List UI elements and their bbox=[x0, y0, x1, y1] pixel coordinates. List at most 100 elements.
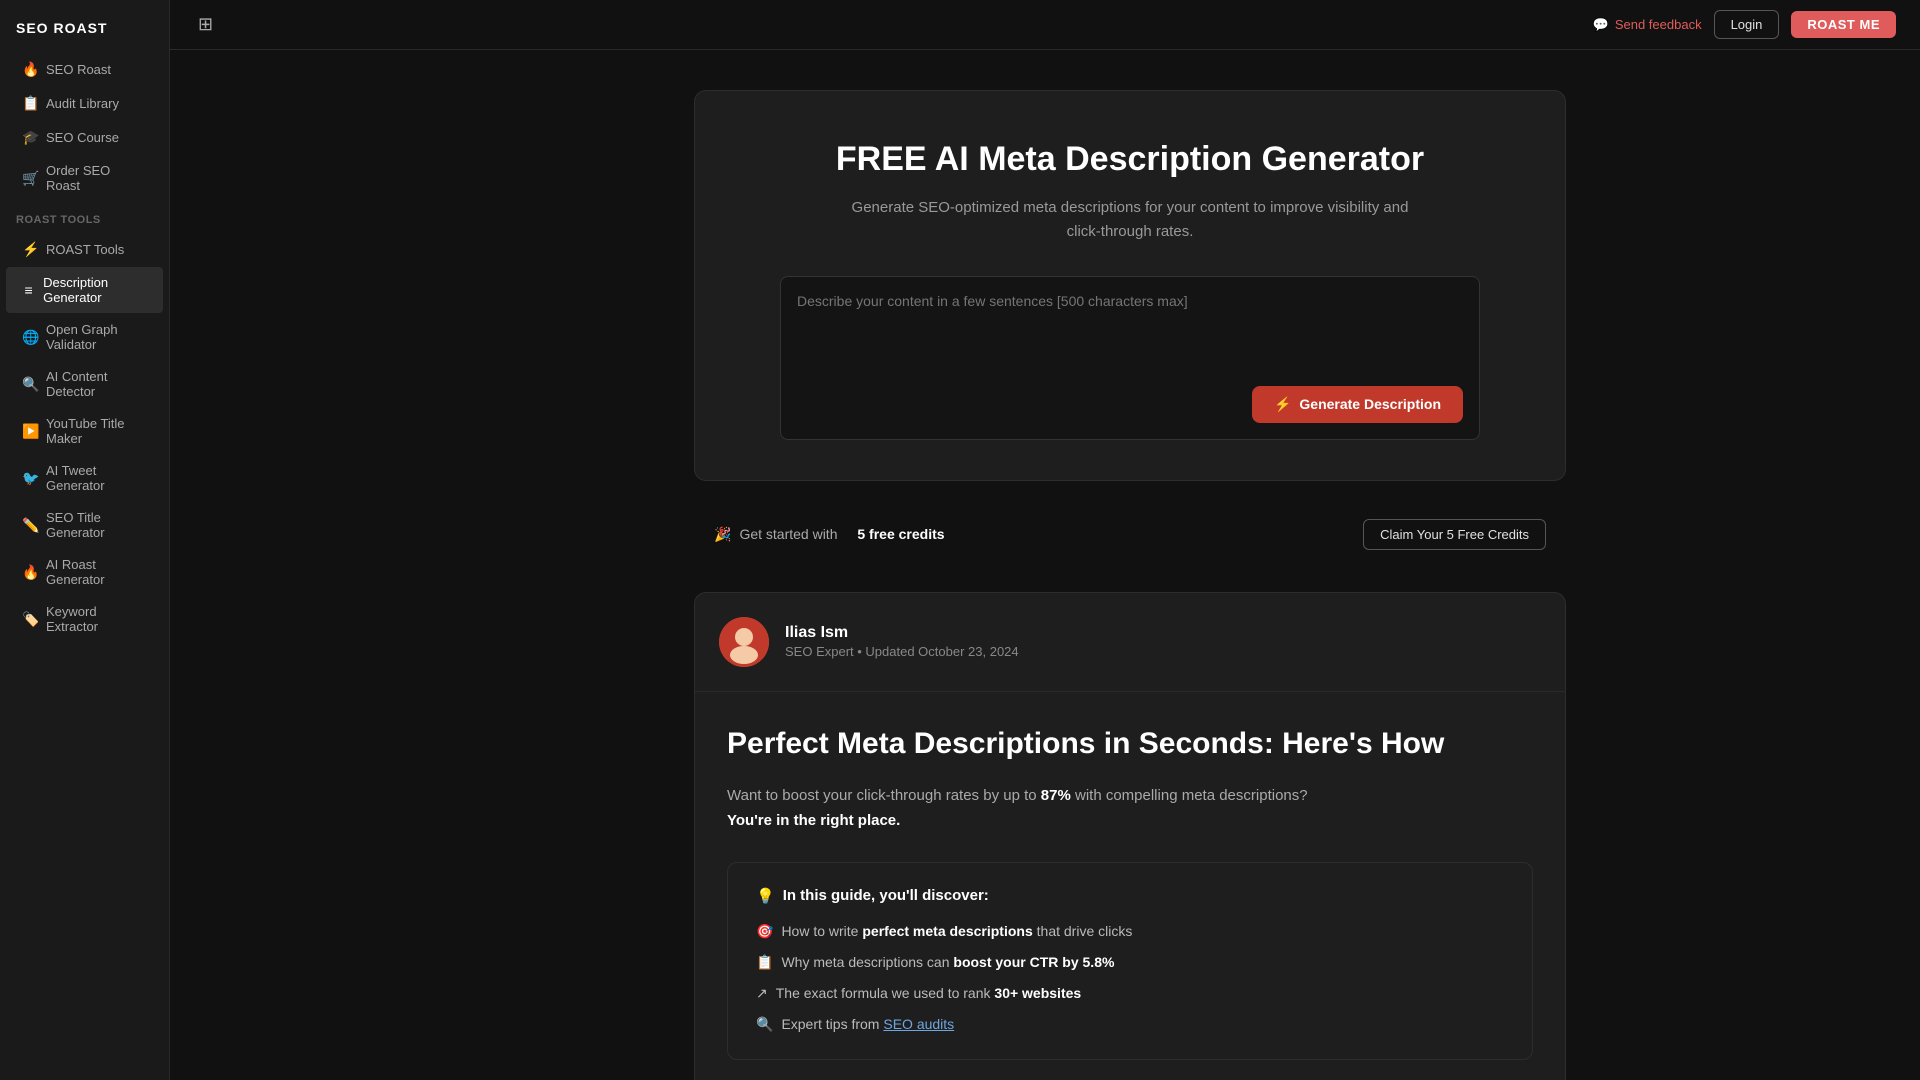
guide-lightbulb-icon: 💡 bbox=[756, 887, 775, 905]
author-info: Ilias Ism SEO Expert • Updated October 2… bbox=[785, 624, 1019, 659]
claim-credits-button[interactable]: Claim Your 5 Free Credits bbox=[1363, 519, 1546, 550]
guide-item-bold-1: boost your CTR by 5.8% bbox=[953, 954, 1114, 970]
sidebar-logo: SEO ROAST bbox=[0, 16, 169, 52]
sidebar-tool-label-ai-roast-generator: AI Roast Generator bbox=[46, 557, 147, 587]
guide-list-item-1: 📋 Why meta descriptions can boost your CT… bbox=[756, 952, 1504, 973]
guide-item-text-1: Why meta descriptions can boost your CTR… bbox=[781, 952, 1114, 973]
send-feedback-button[interactable]: 💬 Send feedback bbox=[1593, 17, 1702, 33]
sidebar-item-ai-roast-generator[interactable]: 🔥 AI Roast Generator bbox=[6, 549, 163, 595]
guide-box: 💡 In this guide, you'll discover: 🎯 How t… bbox=[727, 862, 1533, 1060]
guide-item-link-3[interactable]: SEO audits bbox=[883, 1016, 954, 1032]
sidebar-item-order-seo-roast[interactable]: 🛒 Order SEO Roast bbox=[6, 155, 163, 201]
roast-me-button[interactable]: ROAST ME bbox=[1791, 11, 1896, 38]
sidebar: SEO ROAST 🔥 SEO Roast 📋Audit Library 🎓 SEO C… bbox=[0, 0, 170, 1080]
seo-course-icon: 🎓 bbox=[22, 129, 38, 146]
article-section: Perfect Meta Descriptions in Seconds: He… bbox=[695, 692, 1565, 1080]
author-section: Ilias Ism SEO Expert • Updated October 2… bbox=[695, 593, 1565, 692]
textarea-footer: ⚡ Generate Description bbox=[797, 378, 1463, 423]
sidebar-item-audit-library[interactable]: 📋Audit Library bbox=[6, 87, 163, 120]
hero-subtitle: Generate SEO-optimized meta descriptions… bbox=[850, 196, 1410, 244]
credits-emoji: 🎉 bbox=[714, 526, 731, 543]
guide-list-item-0: 🎯 How to write perfect meta descriptions … bbox=[756, 921, 1504, 942]
content-wrapper: Ilias Ism SEO Expert • Updated October 2… bbox=[694, 592, 1566, 1080]
sidebar-item-label-order-seo-roast: Order SEO Roast bbox=[46, 163, 147, 193]
sidebar-item-seo-title-generator[interactable]: ✏️ SEO Title Generator bbox=[6, 502, 163, 548]
sidebar-item-label-seo-course: SEO Course bbox=[46, 130, 119, 145]
sidebar-tool-label-ai-content-detector: AI Content Detector bbox=[46, 369, 147, 399]
keyword-extractor-icon: 🏷️ bbox=[22, 611, 38, 628]
guide-list-item-3: 🔍 Expert tips from SEO audits bbox=[756, 1014, 1504, 1035]
guide-item-emoji-1: 📋 bbox=[756, 952, 773, 973]
author-avatar bbox=[719, 617, 769, 667]
intro-percent: 87% bbox=[1041, 787, 1071, 804]
sidebar-item-seo-course[interactable]: 🎓 SEO Course bbox=[6, 121, 163, 154]
guide-item-emoji-2: ↗ bbox=[756, 983, 768, 1004]
author-meta: SEO Expert • Updated October 23, 2024 bbox=[785, 644, 1019, 659]
guide-box-title-text: In this guide, you'll discover: bbox=[783, 887, 989, 904]
intro-bold: You're in the right place. bbox=[727, 812, 900, 829]
sidebar-toggle-icon: ⊞ bbox=[198, 14, 213, 35]
credits-intro: Get started with bbox=[739, 526, 837, 542]
sidebar-tool-label-roast-tools: ROAST Tools bbox=[46, 242, 124, 257]
youtube-title-maker-icon: ▶️ bbox=[22, 423, 38, 440]
roast-tools-icon: ⚡ bbox=[22, 241, 38, 258]
sidebar-item-label-seo-roast: SEO Roast bbox=[46, 62, 111, 77]
sidebar-tool-label-seo-title-generator: SEO Title Generator bbox=[46, 510, 147, 540]
description-generator-icon: ≡ bbox=[22, 282, 35, 298]
generate-description-button[interactable]: ⚡ Generate Description bbox=[1252, 386, 1463, 423]
guide-item-emoji-3: 🔍 bbox=[756, 1014, 773, 1035]
description-input-wrapper: ⚡ Generate Description bbox=[780, 276, 1480, 440]
seo-title-generator-icon: ✏️ bbox=[22, 517, 38, 534]
sidebar-item-seo-roast[interactable]: 🔥 SEO Roast bbox=[6, 53, 163, 86]
login-button[interactable]: Login bbox=[1714, 10, 1780, 39]
author-name: Ilias Ism bbox=[785, 624, 1019, 642]
ai-content-detector-icon: 🔍 bbox=[22, 376, 38, 393]
sidebar-tool-label-description-generator: Description Generator bbox=[43, 275, 147, 305]
guide-item-text-3: Expert tips from SEO audits bbox=[781, 1014, 954, 1035]
seo-roast-icon: 🔥 bbox=[22, 61, 38, 78]
intro-text: Want to boost your click-through rates b… bbox=[727, 787, 1037, 804]
feedback-label: Send feedback bbox=[1615, 17, 1702, 32]
sidebar-item-ai-content-detector[interactable]: 🔍 AI Content Detector bbox=[6, 361, 163, 407]
article-title: Perfect Meta Descriptions in Seconds: He… bbox=[727, 724, 1533, 763]
guide-item-text-2: The exact formula we used to rank 30+ we… bbox=[776, 983, 1081, 1004]
guide-item-bold-0: perfect meta descriptions bbox=[862, 923, 1032, 939]
guide-item-emoji-0: 🎯 bbox=[756, 921, 773, 942]
intro-rest: with compelling meta descriptions? bbox=[1075, 787, 1308, 804]
audit-library-icon: 📋 bbox=[22, 95, 38, 112]
sidebar-tool-label-youtube-title-maker: YouTube Title Maker bbox=[46, 416, 147, 446]
tools-section-label: ROAST Tools bbox=[0, 202, 169, 232]
sidebar-item-roast-tools[interactable]: ⚡ ROAST Tools bbox=[6, 233, 163, 266]
sidebar-item-ai-tweet-generator[interactable]: 🐦 AI Tweet Generator bbox=[6, 455, 163, 501]
credits-bar: 🎉 Get started with 5 free credits Claim … bbox=[694, 505, 1566, 564]
credits-text: 🎉 Get started with 5 free credits bbox=[714, 526, 945, 543]
order-seo-roast-icon: 🛒 bbox=[22, 170, 38, 187]
feedback-icon: 💬 bbox=[1593, 17, 1609, 33]
sidebar-item-youtube-title-maker[interactable]: ▶️ YouTube Title Maker bbox=[6, 408, 163, 454]
topbar-right: 💬 Send feedback Login ROAST ME bbox=[1593, 10, 1896, 39]
description-textarea[interactable] bbox=[797, 293, 1463, 373]
generate-label: Generate Description bbox=[1299, 396, 1441, 412]
main-content: FREE AI Meta Description Generator Gener… bbox=[340, 50, 1920, 1080]
open-graph-validator-icon: 🌐 bbox=[22, 329, 38, 346]
article-intro: Want to boost your click-through rates b… bbox=[727, 783, 1533, 834]
guide-item-text-0: How to write perfect meta descriptions t… bbox=[781, 921, 1132, 942]
sidebar-tool-label-ai-tweet-generator: AI Tweet Generator bbox=[46, 463, 147, 493]
guide-list-item-2: ↗ The exact formula we used to rank 30+ w… bbox=[756, 983, 1504, 1004]
hero-card: FREE AI Meta Description Generator Gener… bbox=[694, 90, 1566, 481]
ai-tweet-generator-icon: 🐦 bbox=[22, 470, 38, 487]
sidebar-item-keyword-extractor[interactable]: 🏷️ Keyword Extractor bbox=[6, 596, 163, 642]
sidebar-item-open-graph-validator[interactable]: 🌐 Open Graph Validator bbox=[6, 314, 163, 360]
sidebar-item-description-generator[interactable]: ≡ Description Generator bbox=[6, 267, 163, 313]
generate-icon: ⚡ bbox=[1274, 396, 1291, 413]
guide-box-title: 💡 In this guide, you'll discover: bbox=[756, 887, 1504, 905]
guide-list: 🎯 How to write perfect meta descriptions … bbox=[756, 921, 1504, 1035]
credits-highlight: 5 free credits bbox=[857, 526, 944, 542]
sidebar-toggle-button[interactable]: ⊞ bbox=[194, 10, 217, 39]
guide-item-bold-2: 30+ websites bbox=[994, 985, 1081, 1001]
sidebar-tool-label-keyword-extractor: Keyword Extractor bbox=[46, 604, 147, 634]
ai-roast-generator-icon: 🔥 bbox=[22, 564, 38, 581]
hero-title: FREE AI Meta Description Generator bbox=[727, 139, 1533, 180]
sidebar-tool-label-open-graph-validator: Open Graph Validator bbox=[46, 322, 147, 352]
author-avatar-image bbox=[719, 617, 769, 667]
